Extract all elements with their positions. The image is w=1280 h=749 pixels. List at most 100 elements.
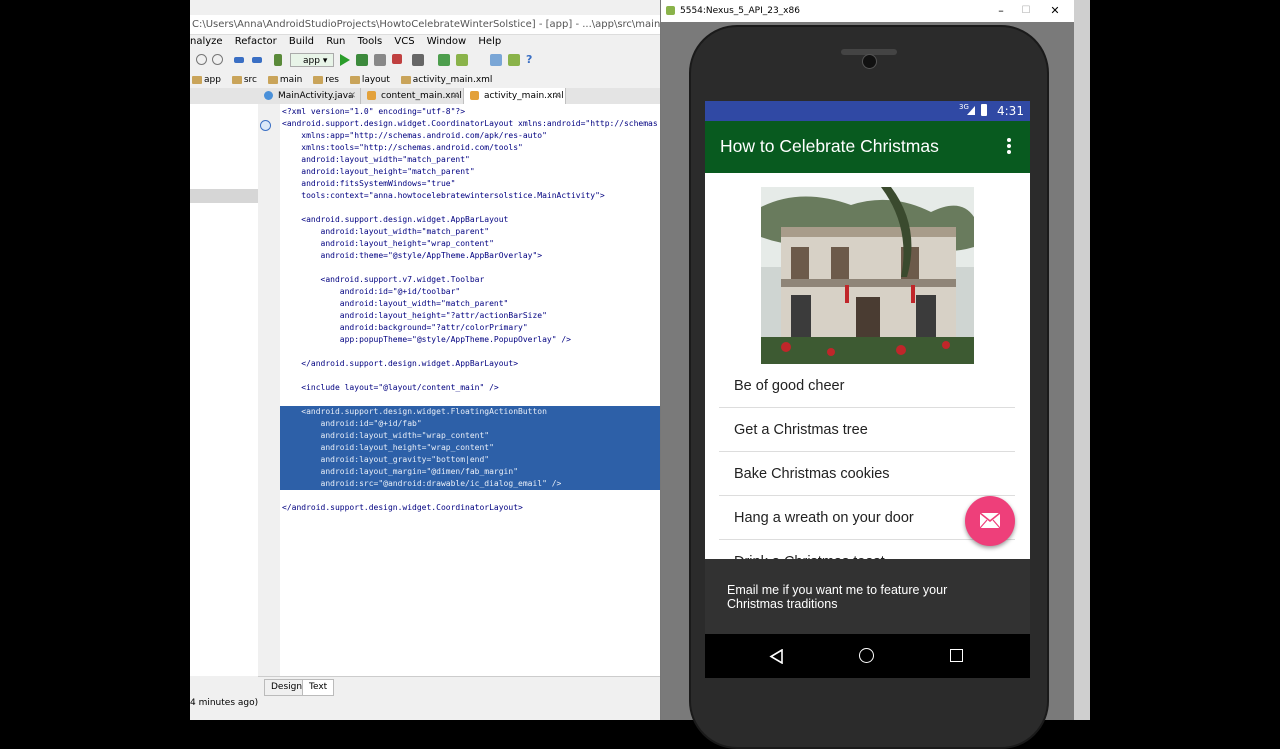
menu-help[interactable]: Help bbox=[478, 36, 501, 47]
code-line: tools:context="anna.howtocelebratewinter… bbox=[282, 191, 605, 200]
close-button[interactable]: ✕ bbox=[1045, 0, 1065, 22]
close-icon[interactable]: ✕ bbox=[348, 88, 356, 104]
home-icon[interactable] bbox=[859, 648, 874, 663]
sdk-manager-icon[interactable] bbox=[456, 54, 468, 66]
snackbar-text: Email me if you want me to feature your … bbox=[727, 583, 948, 611]
code-line: <android.support.v7.widget.Toolbar bbox=[282, 275, 485, 284]
menu-build[interactable]: Build bbox=[289, 36, 314, 47]
android-device-monitor-icon[interactable] bbox=[490, 54, 502, 66]
breadcrumb-res[interactable]: res bbox=[311, 72, 339, 88]
list-item[interactable]: Be of good cheer bbox=[719, 364, 1015, 408]
breadcrumb-main[interactable]: main bbox=[266, 72, 302, 88]
code-line: android:layout_height="wrap_content" bbox=[280, 442, 660, 454]
menu-window[interactable]: Window bbox=[427, 36, 466, 47]
menu-run[interactable]: Run bbox=[326, 36, 345, 47]
code-line: android:background="?attr/colorPrimary" bbox=[282, 323, 528, 332]
code-line: android:layout_width="match_parent" bbox=[282, 299, 509, 308]
code-line: android:id="@+id/fab" bbox=[280, 418, 660, 430]
tab-label: content_main.xml bbox=[381, 91, 462, 101]
emulator-title: 5554:Nexus_5_API_23_x86 bbox=[680, 6, 800, 16]
code-line: android:layout_height="?attr/actionBarSi… bbox=[282, 311, 547, 320]
ide-window: C:\Users\Anna\AndroidStudioProjects\Howt… bbox=[190, 0, 660, 720]
code-line: app:popupTheme="@style/AppTheme.PopupOve… bbox=[282, 335, 571, 344]
ide-status-bar: 4 minutes ago) bbox=[190, 696, 660, 720]
code-line: android:layout_width="match_parent" bbox=[282, 155, 470, 164]
forward-arrow-icon[interactable] bbox=[252, 57, 262, 63]
debug-icon[interactable] bbox=[356, 54, 368, 66]
project-panel[interactable] bbox=[190, 104, 259, 676]
back-icon[interactable] bbox=[769, 649, 784, 664]
code-line: <include layout="@layout/content_main" /… bbox=[282, 383, 499, 392]
menu-vcs[interactable]: VCS bbox=[394, 36, 414, 47]
code-line: xmlns:tools="http://schemas.android.com/… bbox=[282, 143, 523, 152]
app-title: How to Celebrate Christmas bbox=[720, 136, 939, 156]
menu-refactor[interactable]: Refactor bbox=[235, 36, 277, 47]
android-icon[interactable] bbox=[508, 54, 520, 66]
code-line: android:layout_height="match_parent" bbox=[282, 167, 475, 176]
code-line: android:layout_gravity="bottom|end" bbox=[280, 454, 660, 466]
code-line: android:layout_height="wrap_content" bbox=[282, 239, 494, 248]
status-text: 4 minutes ago) bbox=[190, 698, 259, 708]
tab-activity-main[interactable]: activity_main.xml ✕ bbox=[464, 88, 566, 104]
run-icon[interactable] bbox=[340, 54, 350, 66]
tab-text[interactable]: Text bbox=[302, 679, 335, 696]
help-icon[interactable]: ? bbox=[526, 54, 538, 66]
code-editor[interactable]: <?xml version="1.0" encoding="utf-8"?> <a… bbox=[280, 104, 660, 676]
main-toolbar: ? bbox=[190, 51, 660, 71]
code-line: </android.support.design.widget.Coordina… bbox=[282, 503, 523, 512]
emulator-title-bar: 5554:Nexus_5_API_23_x86 – ☐ ✕ bbox=[661, 0, 1075, 22]
make-project-icon[interactable] bbox=[274, 54, 282, 66]
code-line: <android.support.design.widget.FloatingA… bbox=[280, 406, 660, 418]
code-line: <android.support.design.widget.Coordinat… bbox=[282, 119, 658, 128]
signal-icon bbox=[967, 106, 975, 115]
code-line: android:layout_width="match_parent" bbox=[282, 227, 490, 236]
close-icon[interactable]: ✕ bbox=[553, 88, 561, 104]
attach-debugger-icon[interactable] bbox=[374, 54, 386, 66]
overflow-menu-icon[interactable] bbox=[1007, 138, 1011, 156]
code-line: android:layout_margin="@dimen/fab_margin… bbox=[280, 466, 660, 478]
close-icon[interactable]: ✕ bbox=[451, 88, 459, 104]
breadcrumb-app[interactable]: app bbox=[190, 72, 221, 88]
tab-label: activity_main.xml bbox=[484, 91, 564, 101]
list-item[interactable]: Bake Christmas cookies bbox=[719, 452, 1015, 496]
code-line: <android.support.design.widget.AppBarLay… bbox=[282, 215, 509, 224]
code-line: android:src="@android:drawable/ic_dialog… bbox=[280, 478, 660, 490]
breadcrumb-file[interactable]: activity_main.xml bbox=[399, 72, 492, 88]
stop-icon[interactable] bbox=[392, 54, 402, 64]
list-item[interactable]: Get a Christmas tree bbox=[719, 408, 1015, 452]
email-fab-button[interactable] bbox=[965, 496, 1015, 546]
system-nav-bar bbox=[705, 634, 1030, 678]
breadcrumb: app src main res layout activity_main.xm… bbox=[190, 72, 660, 89]
avd-manager-icon[interactable] bbox=[438, 54, 450, 66]
code-block: <?xml version="1.0" encoding="utf-8"?> <a… bbox=[280, 106, 660, 514]
clock: 4:31 bbox=[997, 104, 1024, 118]
recents-icon[interactable] bbox=[950, 649, 963, 662]
search-icon[interactable] bbox=[212, 54, 223, 65]
ide-title-bar: C:\Users\Anna\AndroidStudioProjects\Howt… bbox=[190, 15, 660, 35]
code-line: <?xml version="1.0" encoding="utf-8"?> bbox=[282, 107, 466, 116]
tab-content-main[interactable]: content_main.xml ✕ bbox=[361, 88, 464, 104]
maximize-button[interactable]: ☐ bbox=[1016, 0, 1036, 22]
system-status-bar: 3G 4:31 bbox=[705, 101, 1030, 121]
project-panel-selection bbox=[190, 189, 258, 203]
background-window-edge bbox=[1074, 0, 1090, 720]
zoom-icon[interactable] bbox=[196, 54, 207, 65]
menu-tools[interactable]: Tools bbox=[358, 36, 383, 47]
class-marker-icon[interactable] bbox=[260, 120, 271, 131]
snackbar: Email me if you want me to feature your … bbox=[705, 559, 1030, 634]
menu-analyze[interactable]: nalyze bbox=[190, 36, 223, 47]
back-arrow-icon[interactable] bbox=[234, 57, 244, 63]
minimize-button[interactable]: – bbox=[991, 0, 1011, 22]
app-toolbar: How to Celebrate Christmas bbox=[705, 121, 1030, 173]
run-config-select[interactable]: app ▾ bbox=[290, 53, 334, 67]
sync-project-icon[interactable] bbox=[412, 54, 424, 66]
breadcrumb-layout[interactable]: layout bbox=[348, 72, 390, 88]
device-screen[interactable]: 3G 4:31 How to Celebrate Christmas Be of… bbox=[705, 101, 1030, 678]
tab-mainactivity[interactable]: MainActivity.java ✕ bbox=[258, 88, 361, 104]
emulator-window: 5554:Nexus_5_API_23_x86 – ☐ ✕ 3G 4:31 Ho… bbox=[660, 0, 1075, 749]
breadcrumb-src[interactable]: src bbox=[230, 72, 257, 88]
